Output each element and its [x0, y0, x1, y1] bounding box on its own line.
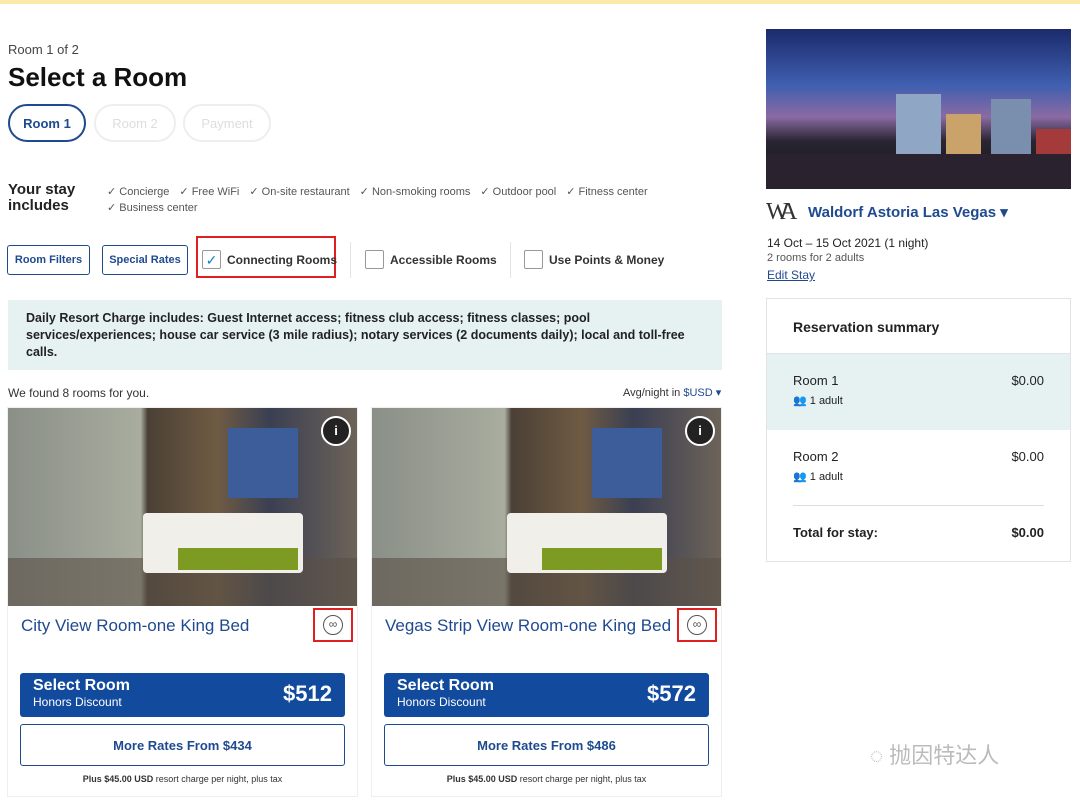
user-icon: 👥 [793, 395, 807, 407]
room-name[interactable]: Vegas Strip View Room-one King Bed [385, 614, 675, 637]
amenity: ✓ Concierge [107, 186, 170, 198]
resort-charge-note: Plus $45.00 USD resort charge per night,… [82, 774, 283, 784]
connecting-rooms-label[interactable]: Connecting Rooms [227, 253, 337, 267]
step-payment: Payment [183, 104, 271, 142]
hotel-name-dropdown[interactable]: Waldorf Astoria Las Vegas ▾ [808, 203, 1008, 221]
room-filters-button[interactable]: Room Filters [7, 245, 90, 275]
edit-stay-link[interactable]: Edit Stay [767, 268, 815, 282]
amenity: ✓ Outdoor pool [480, 186, 557, 198]
stay-includes-heading: Your stay includes [8, 181, 76, 214]
summary-row: Room 1 $0.00 👥 1 adult [767, 354, 1070, 430]
divider [350, 242, 351, 278]
connecting-room-link-icon: ∞ [313, 608, 353, 642]
more-rates-button[interactable]: More Rates From $434 [20, 724, 345, 766]
step-room-1[interactable]: Room 1 [8, 104, 86, 142]
resort-charge-notice: Daily Resort Charge includes: Guest Inte… [8, 300, 722, 370]
info-icon[interactable]: i [685, 416, 715, 446]
watermark: ◌ 抛因特达人 [870, 743, 1000, 768]
amenity: ✓ Non-smoking rooms [359, 186, 471, 198]
reservation-summary: Reservation summary Room 1 $0.00 👥 1 adult… [766, 298, 1071, 562]
user-icon: 👥 [793, 471, 807, 483]
guest-count: 2 rooms for 2 adults [767, 252, 865, 264]
accessible-rooms-checkbox[interactable] [365, 250, 384, 269]
amenities-list: ✓ Concierge ✓ Free WiFi ✓ On-site restaura… [107, 184, 667, 216]
step-room-2: Room 2 [94, 104, 176, 142]
top-bar [0, 0, 1080, 4]
room-name[interactable]: City View Room-one King Bed [21, 614, 311, 637]
room-photo: i [372, 408, 721, 606]
total-amount: $0.00 [1011, 525, 1044, 540]
info-icon[interactable]: i [321, 416, 351, 446]
avg-label: Avg/night in [623, 387, 681, 399]
price: $512 [283, 681, 332, 706]
connecting-room-link-icon: ∞ [677, 608, 717, 642]
connecting-rooms-checkbox[interactable]: ✓ [202, 250, 221, 269]
currency-link[interactable]: $USD ▾ [683, 387, 721, 399]
amenity: ✓ On-site restaurant [249, 186, 350, 198]
summary-row: Room 2 $0.00 👥 1 adult [767, 430, 1070, 506]
page-title: Select a Room [8, 62, 188, 92]
room-card: i Vegas Strip View Room-one King Bed ∞ S… [371, 407, 722, 797]
hotel-photo [766, 29, 1071, 189]
use-points-label[interactable]: Use Points & Money [549, 253, 664, 267]
currency-selector[interactable]: Avg/night in $USD ▾ [623, 386, 721, 399]
room-amount: $0.00 [1011, 449, 1044, 464]
total-label: Total for stay: [793, 525, 878, 540]
amenity: ✓ Free WiFi [179, 186, 240, 198]
stay-dates: 14 Oct – 15 Oct 2021 (1 night) [767, 236, 929, 250]
special-rates-button[interactable]: Special Rates [102, 245, 188, 275]
price: $572 [647, 681, 696, 706]
wechat-icon: ◌ [870, 743, 884, 768]
accessible-rooms-label[interactable]: Accessible Rooms [390, 253, 497, 267]
results-count: We found 8 rooms for you. [8, 386, 150, 400]
more-rates-button[interactable]: More Rates From $486 [384, 724, 709, 766]
room-label: Room 1 [793, 373, 839, 388]
room-photo: i [8, 408, 357, 606]
room-label: Room 2 [793, 449, 839, 464]
total-row: Total for stay: $0.00 [767, 506, 1070, 559]
amenity: ✓ Fitness center [566, 186, 648, 198]
adults: 1 adult [809, 471, 843, 483]
divider [510, 242, 511, 278]
room-card: i City View Room-one King Bed ∞ Select R… [7, 407, 358, 797]
summary-title: Reservation summary [767, 299, 1070, 354]
select-room-button[interactable]: Select Room Honors Discount $512 [20, 673, 345, 717]
use-points-checkbox[interactable] [524, 250, 543, 269]
select-room-button[interactable]: Select Room Honors Discount $572 [384, 673, 709, 717]
amenity: ✓ Business center [107, 202, 198, 214]
room-amount: $0.00 [1011, 373, 1044, 388]
resort-charge-note: Plus $45.00 USD resort charge per night,… [446, 774, 647, 784]
step-indicator: Room 1 of 2 [8, 42, 79, 57]
adults: 1 adult [809, 395, 843, 407]
waldorf-logo: WA [766, 199, 797, 225]
